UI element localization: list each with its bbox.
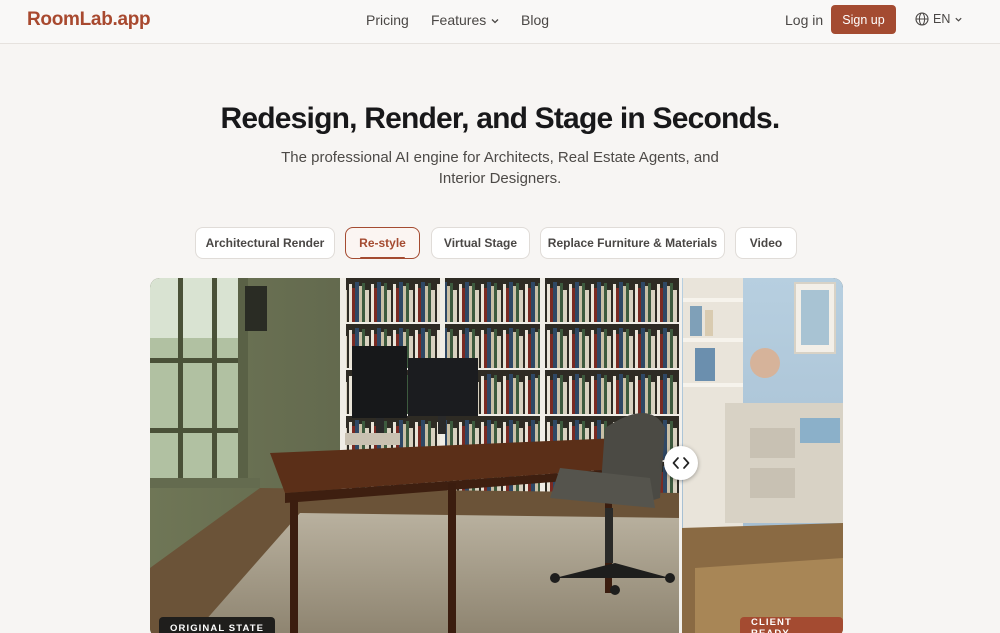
- nav-features-label: Features: [431, 12, 487, 28]
- nav-features-dropdown[interactable]: Features: [431, 12, 500, 28]
- top-nav: RoomLab.app Pricing Features Blog Log in…: [0, 0, 1000, 44]
- original-state-badge: ORIGINAL STATE: [159, 617, 276, 633]
- tab-video[interactable]: Video: [735, 227, 797, 259]
- before-after-compare[interactable]: ORIGINAL STATE CLIENT READY: [150, 278, 843, 633]
- nav-pricing-link[interactable]: Pricing: [366, 12, 409, 28]
- chevron-down-icon: [491, 19, 499, 24]
- login-link[interactable]: Log in: [785, 12, 823, 28]
- client-ready-badge: CLIENT READY: [740, 617, 843, 633]
- hero-title: Redesign, Render, and Stage in Seconds.: [220, 102, 781, 135]
- nav-blog-link[interactable]: Blog: [521, 12, 549, 28]
- brand-logo[interactable]: RoomLab.app: [27, 9, 151, 31]
- room-image: [150, 278, 843, 633]
- tab-architectural-render[interactable]: Architectural Render: [195, 227, 335, 259]
- compare-slider-handle[interactable]: [664, 446, 698, 480]
- globe-icon: [915, 12, 929, 26]
- language-label: EN: [933, 12, 951, 26]
- chevron-down-icon: [955, 17, 962, 22]
- hero-subtitle: The professional AI engine for Architect…: [281, 149, 719, 187]
- tab-replace-furniture[interactable]: Replace Furniture & Materials: [540, 227, 725, 259]
- tab-re-style[interactable]: Re-style: [345, 227, 420, 259]
- language-selector[interactable]: EN: [915, 12, 963, 26]
- tab-virtual-stage[interactable]: Virtual Stage: [431, 227, 530, 259]
- code-chevrons-icon: [672, 457, 690, 469]
- signup-button[interactable]: Sign up: [831, 5, 896, 34]
